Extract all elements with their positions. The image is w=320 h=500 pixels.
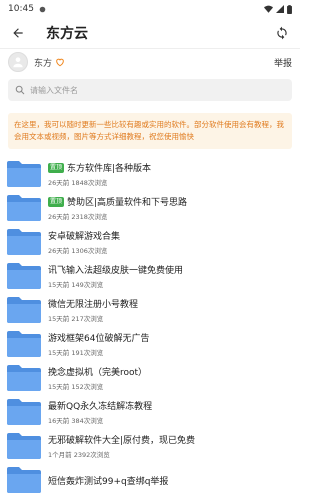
file-item[interactable]: 安卓破解游戏合集 26天前 1306次浏览 xyxy=(0,225,300,259)
avatar[interactable] xyxy=(8,52,28,72)
file-title-row: 安卓破解游戏合集 xyxy=(48,229,120,242)
search-input[interactable] xyxy=(30,85,270,95)
signal-icon xyxy=(276,5,284,13)
file-name: 最新QQ永久冻结解冻教程 xyxy=(48,402,153,412)
file-item[interactable]: 讯飞输入法超级皮肤一键免费使用 15天前 149次浏览 xyxy=(0,259,300,293)
file-info: 置顶 东方软件库|各种版本 26天前 1848次浏览 xyxy=(48,161,151,187)
folder-icon xyxy=(6,296,42,324)
file-title-row: 无邪破解软件大全|原付费，现已免费 xyxy=(48,433,195,446)
file-name: 安卓破解游戏合集 xyxy=(48,232,121,242)
file-name: 无邪破解软件大全|原付费，现已免费 xyxy=(48,436,196,446)
pinned-tag: 置顶 xyxy=(48,196,65,207)
file-item[interactable]: 置顶 赞助区|高质量软件和下号思路 26天前 2318次浏览 xyxy=(0,191,300,225)
status-left: 10:45 xyxy=(8,4,46,14)
status-time: 10:45 xyxy=(8,4,34,14)
file-info: 最新QQ永久冻结解冻教程 16天前 384次浏览 xyxy=(48,399,152,425)
file-title-row: 置顶 赞助区|高质量软件和下号思路 xyxy=(48,195,187,208)
file-name: 短信轰炸测试99+q查绑q举报 xyxy=(48,476,169,487)
file-name: 赞助区|高质量软件和下号思路 xyxy=(67,198,188,208)
file-meta: 26天前 1848次浏览 xyxy=(48,179,108,187)
file-name: 挽念虚拟机（完美root） xyxy=(48,368,148,378)
verified-badge-icon xyxy=(55,57,65,67)
arrow-left-icon xyxy=(13,28,23,38)
folder-icon xyxy=(6,364,42,392)
battery-icon xyxy=(287,4,292,14)
file-title-row: 最新QQ永久冻结解冻教程 xyxy=(48,399,152,412)
file-item[interactable]: 游戏框架64位破解无广告 15天前 191次浏览 xyxy=(0,327,300,361)
file-meta: 15天前 191次浏览 xyxy=(48,349,104,357)
file-item[interactable]: 微信无限注册小号教程 15天前 217次浏览 xyxy=(0,293,300,327)
folder-icon xyxy=(6,466,42,494)
notification-dot-icon xyxy=(39,6,46,12)
page-title: 东方云 xyxy=(46,26,88,42)
wifi-icon xyxy=(264,5,273,13)
file-meta: 15天前 152次浏览 xyxy=(48,383,104,391)
folder-icon xyxy=(6,160,42,188)
report-button[interactable]: 举报 xyxy=(274,56,292,69)
file-meta: 26天前 2318次浏览 xyxy=(48,213,108,221)
file-meta: 15天前 149次浏览 xyxy=(48,281,104,289)
file-info: 挽念虚拟机（完美root） 15天前 152次浏览 xyxy=(48,365,147,391)
file-name: 微信无限注册小号教程 xyxy=(48,300,139,310)
file-meta: 26天前 1306次浏览 xyxy=(48,247,108,255)
file-item[interactable]: 置顶 东方软件库|各种版本 26天前 1848次浏览 xyxy=(0,157,300,191)
file-title-row: 微信无限注册小号教程 xyxy=(48,297,138,310)
search-box[interactable] xyxy=(8,79,292,101)
user-icon xyxy=(13,57,23,68)
folder-icon xyxy=(6,194,42,222)
file-info: 游戏框架64位破解无广告 15天前 191次浏览 xyxy=(48,331,149,357)
file-list: 置顶 东方软件库|各种版本 26天前 1848次浏览 置顶 赞助区|高质量软件和下号思路… xyxy=(0,157,300,497)
pinned-tag: 置顶 xyxy=(48,162,65,173)
refresh-button[interactable] xyxy=(272,23,292,43)
owner-row: 东方 举报 xyxy=(0,49,300,75)
file-title-row: 短信轰炸测试99+q查绑q举报 xyxy=(48,474,168,487)
file-title-row: 游戏框架64位破解无广告 xyxy=(48,331,149,344)
file-name: 游戏框架64位破解无广告 xyxy=(48,334,150,344)
folder-icon xyxy=(6,432,42,460)
file-info: 讯飞输入法超级皮肤一键免费使用 15天前 149次浏览 xyxy=(48,263,183,289)
back-button[interactable] xyxy=(8,23,28,43)
owner-name[interactable]: 东方 xyxy=(34,56,52,69)
file-info: 置顶 赞助区|高质量软件和下号思路 26天前 2318次浏览 xyxy=(48,195,187,221)
file-item[interactable]: 无邪破解软件大全|原付费，现已免费 1个月前 2392次浏览 xyxy=(0,429,300,463)
file-item[interactable]: 短信轰炸测试99+q查绑q举报 xyxy=(0,463,300,497)
folder-icon xyxy=(6,262,42,290)
file-title-row: 挽念虚拟机（完美root） xyxy=(48,365,147,378)
status-right xyxy=(264,4,292,14)
file-meta: 1个月前 2392次浏览 xyxy=(48,451,110,459)
folder-icon xyxy=(6,398,42,426)
file-title-row: 讯飞输入法超级皮肤一键免费使用 xyxy=(48,263,183,276)
refresh-icon xyxy=(277,26,287,40)
file-item[interactable]: 挽念虚拟机（完美root） 15天前 152次浏览 xyxy=(0,361,300,395)
file-title-row: 置顶 东方软件库|各种版本 xyxy=(48,161,151,174)
file-meta: 15天前 217次浏览 xyxy=(48,315,104,323)
notice-banner: 在这里，我可以随时更新一些比较有趣或实用的软件。部分软件使用会有教程，我会用文本… xyxy=(8,113,292,149)
status-bar: 10:45 xyxy=(0,0,300,18)
search-icon xyxy=(15,85,25,95)
file-info: 短信轰炸测试99+q查绑q举报 xyxy=(48,474,168,487)
file-info: 微信无限注册小号教程 15天前 217次浏览 xyxy=(48,297,138,323)
file-info: 安卓破解游戏合集 26天前 1306次浏览 xyxy=(48,229,120,255)
file-name: 东方软件库|各种版本 xyxy=(67,164,152,174)
folder-icon xyxy=(6,330,42,358)
file-name: 讯飞输入法超级皮肤一键免费使用 xyxy=(48,266,184,276)
file-item[interactable]: 最新QQ永久冻结解冻教程 16天前 384次浏览 xyxy=(0,395,300,429)
app-bar: 东方云 xyxy=(0,18,300,48)
file-info: 无邪破解软件大全|原付费，现已免费 1个月前 2392次浏览 xyxy=(48,433,195,459)
folder-icon xyxy=(6,228,42,256)
file-meta: 16天前 384次浏览 xyxy=(48,417,104,425)
